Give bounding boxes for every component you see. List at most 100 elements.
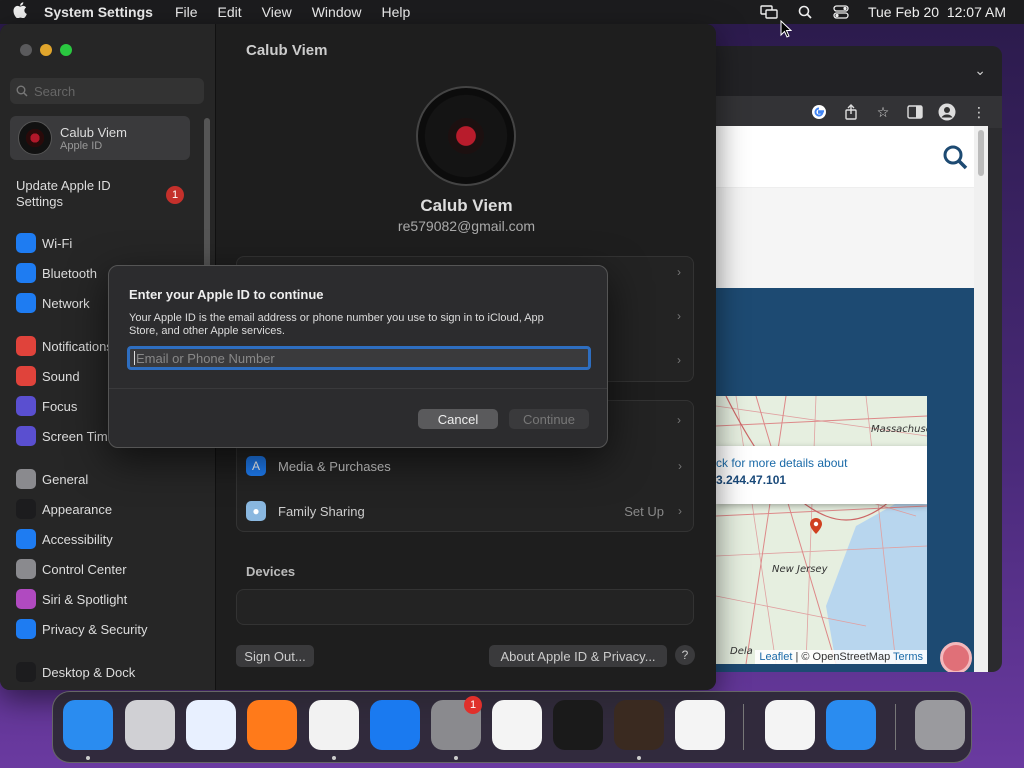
siri-icon [16, 589, 36, 609]
sign-out-button[interactable]: Sign Out... [236, 645, 314, 667]
sidebar-item-network[interactable]: Network [16, 292, 90, 314]
sidebar-item-desktop-dock[interactable]: Desktop & Dock [16, 661, 135, 683]
scrollbar-thumb[interactable] [978, 130, 984, 176]
map-label-new-jersey: New Jersey [772, 564, 828, 575]
dock-app-safari[interactable] [186, 700, 236, 750]
dock-app-trash[interactable] [915, 700, 965, 750]
sidebar-item-notifications[interactable]: Notifications [16, 335, 113, 357]
close-button[interactable] [20, 44, 32, 56]
minimize-button[interactable] [40, 44, 52, 56]
profile-avatar[interactable] [416, 86, 516, 186]
running-indicator [637, 756, 641, 760]
account-subtitle: Apple ID [60, 139, 103, 152]
page-search-icon[interactable] [942, 144, 968, 170]
avatar [18, 121, 52, 155]
menu-edit[interactable]: Edit [208, 4, 252, 20]
help-button[interactable]: ? [675, 645, 695, 665]
chevron-right-icon: › [677, 353, 681, 367]
family-sharing-row[interactable]: ● Family Sharing Set Up › [236, 489, 694, 533]
sidebar-item-label: Network [42, 295, 90, 311]
dock-app-weather[interactable] [826, 700, 876, 750]
bell-icon [16, 336, 36, 356]
sidebar-item-control-center[interactable]: Control Center [16, 558, 127, 580]
dock-app-visual-studio[interactable] [765, 700, 815, 750]
sidebar-item-sound[interactable]: Sound [16, 365, 80, 387]
google-icon[interactable] [810, 103, 828, 121]
hourglass-icon [16, 426, 36, 446]
spotlight-search-icon[interactable] [796, 5, 814, 19]
menu-clock[interactable]: Tue Feb 20 12:07 AM [868, 4, 1006, 20]
sidebar-item-label: Desktop & Dock [42, 664, 136, 680]
notification-bell-button[interactable] [940, 642, 972, 672]
menu-file[interactable]: File [165, 4, 208, 20]
page-scrollbar[interactable] [974, 126, 988, 672]
browser-tab-strip: ⌄ [700, 46, 1002, 96]
apple-id-email-field[interactable]: Email or Phone Number [127, 346, 591, 370]
sidebar-item-privacy-security[interactable]: Privacy & Security [16, 618, 147, 640]
sidebar-item-wi-fi[interactable]: Wi-Fi [16, 232, 72, 254]
dock-app-visual-studio-code[interactable] [675, 700, 725, 750]
sidebar-item-label: Siri & Spotlight [42, 591, 128, 607]
dock-app-chrome[interactable] [309, 700, 359, 750]
map-view[interactable]: Massachuse New Jersey Dela ck for more d… [716, 396, 927, 664]
sidebar-item-label: Screen Time [42, 428, 115, 444]
sidebar-item-siri-spotlight[interactable]: Siri & Spotlight [16, 588, 127, 610]
about-apple-id-button[interactable]: About Apple ID & Privacy... [489, 645, 667, 667]
dock-app-firefox[interactable] [247, 700, 297, 750]
menu-window[interactable]: Window [302, 4, 372, 20]
bluetooth-icon [16, 263, 36, 283]
running-indicator [332, 756, 336, 760]
dock-app-terminal[interactable] [553, 700, 603, 750]
apple-id-dialog: Enter your Apple ID to continue Your App… [108, 265, 608, 448]
sidebar-search-input[interactable]: Search [10, 78, 204, 104]
map-label-delaware: Dela [730, 646, 753, 657]
menu-help[interactable]: Help [372, 4, 421, 20]
sidebar-item-focus[interactable]: Focus [16, 395, 77, 417]
sidebar-item-label: Wi-Fi [42, 235, 73, 251]
sidebar-item-screen-time[interactable]: Screen Time [16, 425, 115, 447]
tab-search-chevron-icon[interactable]: ⌄ [974, 62, 986, 79]
dialog-divider [109, 388, 607, 389]
share-icon[interactable] [842, 103, 860, 121]
cancel-button[interactable]: Cancel [418, 409, 498, 429]
screen-mirroring-icon[interactable] [760, 5, 778, 19]
apple-menu-icon[interactable] [0, 2, 40, 22]
window-controls [20, 44, 72, 56]
dock-separator [895, 704, 896, 750]
sidebar-item-accessibility[interactable]: Accessibility [16, 528, 113, 550]
sidebar-item-appearance[interactable]: Appearance [16, 498, 112, 520]
dock-app-finder[interactable] [63, 700, 113, 750]
devices-group [236, 589, 694, 625]
sidebar-item-bluetooth[interactable]: Bluetooth [16, 262, 97, 284]
search-placeholder: Search [34, 83, 76, 99]
continue-button[interactable]: Continue [509, 409, 589, 429]
dock-app-garageband[interactable] [614, 700, 664, 750]
sidebar-item-label: Accessibility [42, 531, 113, 547]
menu-app-name[interactable]: System Settings [40, 4, 165, 20]
chevron-right-icon: › [678, 459, 682, 473]
terms-link[interactable]: Terms [893, 651, 923, 663]
sidebar-item-general[interactable]: General [16, 468, 88, 490]
more-menu-icon[interactable]: ⋮ [970, 103, 988, 121]
hand-icon [16, 619, 36, 639]
bookmark-star-icon[interactable]: ☆ [874, 103, 892, 121]
dock-app-launchpad[interactable] [125, 700, 175, 750]
dock-app-app-store[interactable] [370, 700, 420, 750]
menu-view[interactable]: View [252, 4, 302, 20]
sidebar-scrollbar[interactable] [204, 118, 210, 268]
map-popup-link[interactable]: ck for more details about [716, 456, 927, 470]
media-purchases-label: Media & Purchases [278, 458, 391, 474]
zoom-button[interactable] [60, 44, 72, 56]
profile-icon[interactable] [938, 103, 956, 121]
dock-app-textedit[interactable] [492, 700, 542, 750]
page-header [716, 126, 988, 188]
side-panel-icon[interactable] [906, 103, 924, 121]
leaflet-link[interactable]: Leaflet [759, 651, 792, 663]
control-center-icon[interactable] [832, 5, 850, 19]
sidebar-item-apple-id[interactable]: Calub Viem Apple ID [10, 116, 190, 160]
profile-name: Calub Viem [420, 196, 513, 215]
osm-attribution: | © OpenStreetMap [795, 651, 891, 663]
media-purchases-row[interactable]: A Media & Purchases › [236, 444, 694, 488]
devices-section-title: Devices [246, 564, 296, 579]
update-apple-id-settings[interactable]: Update Apple ID Settings [16, 178, 156, 210]
